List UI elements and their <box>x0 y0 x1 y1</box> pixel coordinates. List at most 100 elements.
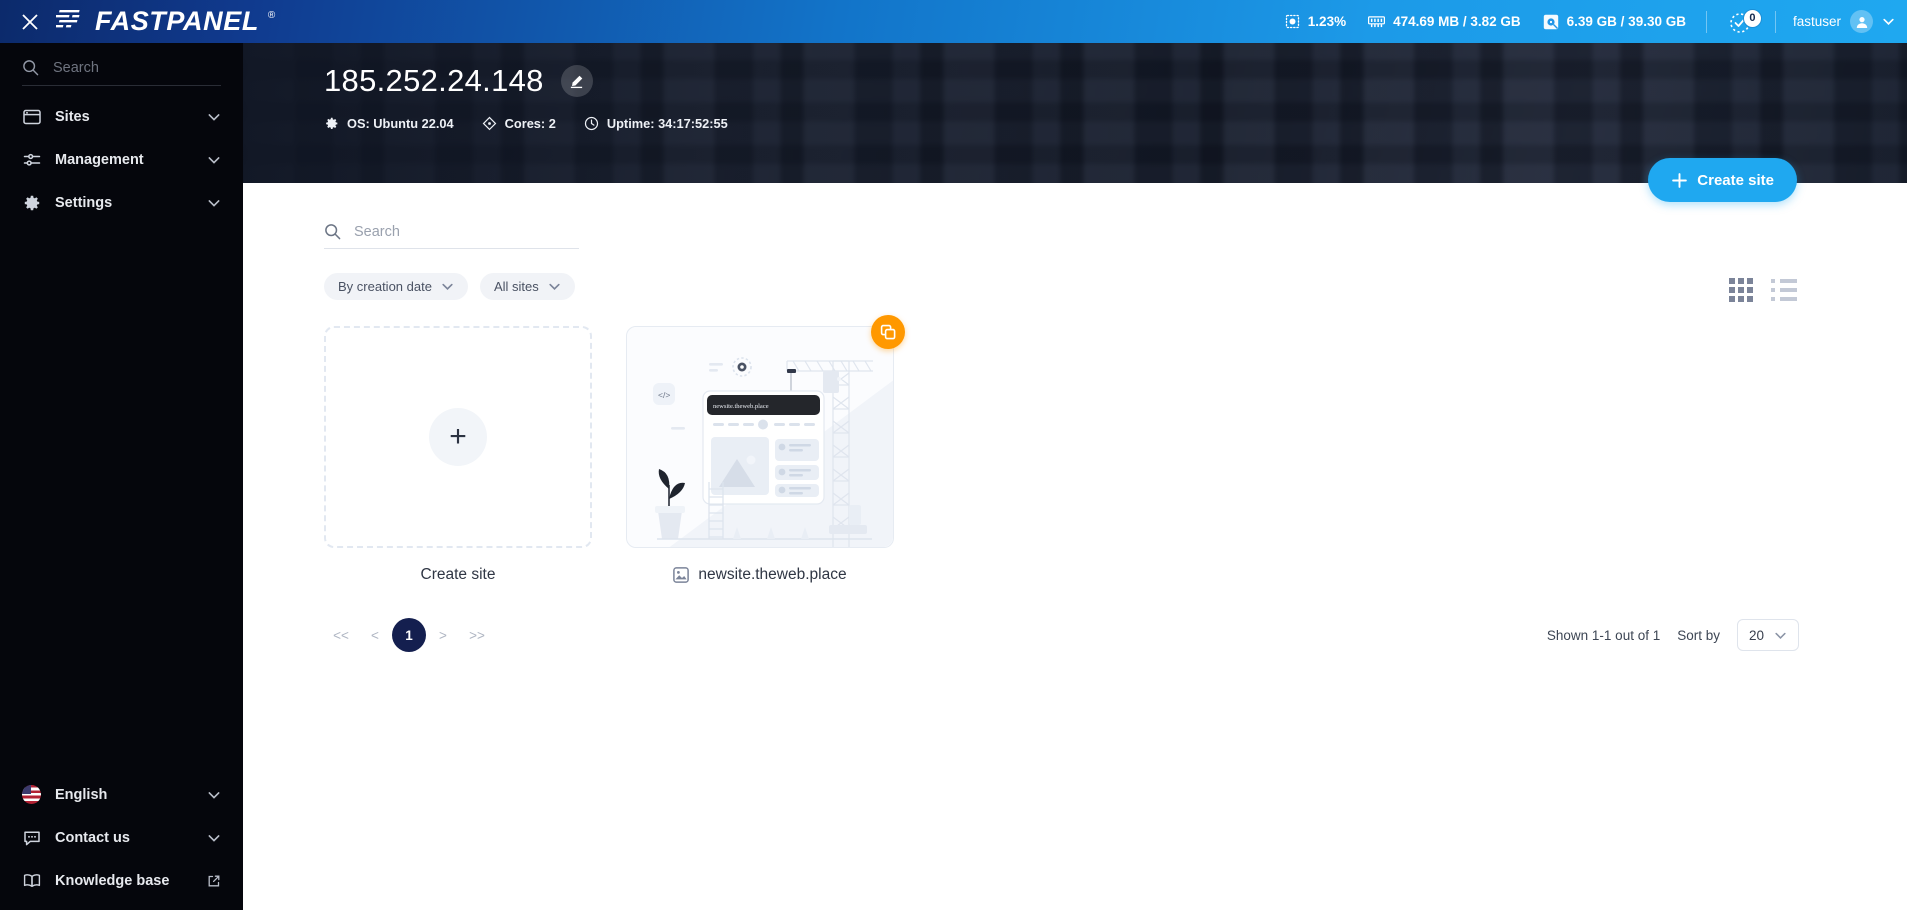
sidebar-search[interactable] <box>22 59 221 86</box>
server-uptime-label: Uptime: 34:17:52:55 <box>606 116 728 131</box>
pagination-last[interactable]: >> <box>460 618 494 652</box>
server-os: OS: Ubuntu 22.04 <box>324 116 454 131</box>
list-view-button[interactable] <box>1771 279 1797 301</box>
sidebar-item-knowledge-base[interactable]: Knowledge base <box>0 859 243 902</box>
sidebar: Sites Management <box>0 43 243 910</box>
filter-label: By creation date <box>338 279 432 294</box>
sites-grid: + Create site newsite.theweb.place </> n… <box>324 315 1907 584</box>
create-site-button-label: Create site <box>1697 171 1774 189</box>
brand-logo[interactable]: FASTPANEL ® <box>56 8 275 35</box>
page-title: 185.252.24.148 <box>324 63 544 98</box>
create-site-card[interactable]: + <box>324 326 592 548</box>
site-card-label-row: newsite.theweb.place <box>626 566 894 584</box>
us-flag-icon <box>22 785 41 804</box>
user-name: fastuser <box>1792 14 1841 29</box>
tasks-button[interactable]: 0 <box>1716 8 1766 35</box>
server-cores: Cores: 2 <box>482 116 556 131</box>
filter-by-creation-date[interactable]: By creation date <box>324 273 468 300</box>
server-meta-row: OS: Ubuntu 22.04 Cores: 2 Uptime: 34:17:… <box>324 116 1907 131</box>
ram-value: 474.69 MB / 3.82 GB <box>1393 14 1521 29</box>
sites-search[interactable] <box>324 223 579 249</box>
chevron-down-icon <box>208 156 220 164</box>
sidebar-item-label: English <box>55 786 108 803</box>
window-icon <box>22 108 41 126</box>
sidebar-item-label: Sites <box>55 108 90 125</box>
sidebar-nav: Sites Management Settings <box>0 95 243 224</box>
pagination-summary: Shown 1-1 out of 1 Sort by 20 <box>1547 619 1799 651</box>
external-link-icon <box>208 875 220 886</box>
search-icon <box>23 60 39 76</box>
sites-search-input[interactable] <box>354 223 549 240</box>
image-icon <box>673 567 690 583</box>
disk-stat[interactable]: 6.39 GB / 39.30 GB <box>1532 14 1697 30</box>
disk-icon <box>1543 14 1558 29</box>
sidebar-item-sites[interactable]: Sites <box>0 95 243 138</box>
filters-row: By creation date All sites <box>324 273 1907 300</box>
grid-view-button[interactable] <box>1729 278 1753 302</box>
pagination-next[interactable]: > <box>426 618 460 652</box>
close-button[interactable] <box>0 0 60 43</box>
pagination-page-1[interactable]: 1 <box>392 618 426 652</box>
chevron-down-icon <box>208 791 220 799</box>
clock-icon <box>584 116 598 131</box>
book-icon <box>22 872 41 890</box>
filter-all-sites[interactable]: All sites <box>479 273 575 300</box>
fastpanel-mark-icon <box>56 10 80 28</box>
pagination-row: << < 1 > >> Shown 1-1 out of 1 Sort by 2… <box>324 618 1799 652</box>
site-card[interactable]: newsite.theweb.place </> <box>626 315 905 548</box>
ram-icon <box>1368 16 1386 28</box>
create-site-button[interactable]: Create site <box>1648 158 1797 202</box>
gear-icon <box>326 117 338 130</box>
pagination-first[interactable]: << <box>324 618 358 652</box>
sidebar-item-contact-us[interactable]: Contact us <box>0 816 243 859</box>
sidebar-search-input[interactable] <box>53 59 203 76</box>
sidebar-item-label: Management <box>55 151 144 168</box>
server-cores-label: Cores: 2 <box>504 116 556 131</box>
avatar <box>1850 10 1873 33</box>
divider <box>1705 10 1707 33</box>
sliders-icon <box>22 151 41 169</box>
topbar-status-group: 1.23% 474.69 MB / 3.82 GB 6.39 GB / 39.3… <box>1274 0 1907 43</box>
site-thumbnail: newsite.theweb.place </> <box>627 327 893 547</box>
cpu-value: 1.23% <box>1307 14 1347 29</box>
chevron-down-icon <box>1883 18 1894 26</box>
sidebar-item-settings[interactable]: Settings <box>0 181 243 224</box>
copy-icon <box>880 324 896 340</box>
chevron-down-icon <box>208 199 220 207</box>
thumbnail-address-text: newsite.theweb.place <box>713 403 769 410</box>
site-card-wrapper: newsite.theweb.place </> newsite.theweb.… <box>626 315 905 584</box>
chat-bubble-icon <box>22 829 41 847</box>
ram-stat[interactable]: 474.69 MB / 3.82 GB <box>1357 14 1532 29</box>
gear-icon <box>22 194 41 212</box>
sidebar-item-label: Knowledge base <box>55 872 170 889</box>
chevron-down-icon <box>549 283 560 291</box>
duplicate-site-button[interactable] <box>871 315 905 349</box>
per-page-select[interactable]: 20 <box>1737 619 1799 651</box>
per-page-value: 20 <box>1749 627 1765 643</box>
divider <box>1774 10 1776 33</box>
plus-icon <box>1672 172 1688 188</box>
filter-label: All sites <box>493 279 539 294</box>
site-card-label: newsite.theweb.place <box>698 566 847 583</box>
disk-value: 6.39 GB / 39.30 GB <box>1566 14 1686 29</box>
pagination-prev[interactable]: < <box>358 618 392 652</box>
sidebar-item-label: Contact us <box>55 829 130 846</box>
sidebar-item-language[interactable]: English <box>0 773 243 816</box>
pencil-icon <box>571 75 583 88</box>
cpu-stat[interactable]: 1.23% <box>1274 14 1357 29</box>
server-os-label: OS: Ubuntu 22.04 <box>347 116 454 131</box>
user-icon <box>1856 16 1867 28</box>
cores-icon <box>482 116 496 131</box>
sidebar-item-label: Settings <box>55 194 113 211</box>
create-site-card-wrapper: + Create site <box>324 326 592 584</box>
brand-name: FASTPANEL <box>95 6 259 36</box>
user-menu[interactable]: fastuser <box>1785 10 1895 33</box>
edit-server-button[interactable] <box>560 65 593 97</box>
brand-registered-mark: ® <box>267 10 276 21</box>
chevron-down-icon <box>208 113 220 121</box>
svg-text:</>: </> <box>658 390 670 400</box>
cpu-icon <box>1285 14 1299 29</box>
search-icon <box>325 224 341 240</box>
sidebar-item-management[interactable]: Management <box>0 138 243 181</box>
site-preview-illustration: newsite.theweb.place </> <box>627 327 893 547</box>
